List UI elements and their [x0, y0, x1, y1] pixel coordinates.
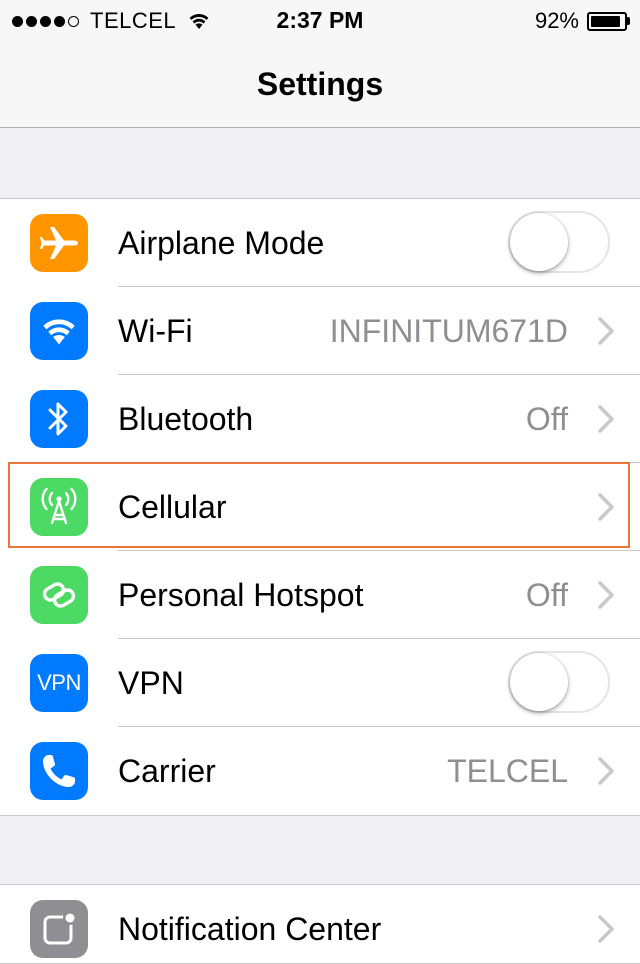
bluetooth-value: Off [525, 401, 568, 437]
personal-hotspot-label: Personal Hotspot [118, 577, 364, 613]
notification-center-label: Notification Center [118, 911, 382, 947]
vpn-toggle[interactable] [508, 651, 610, 713]
bluetooth-icon [30, 390, 88, 448]
carrier-label: Carrier [118, 753, 216, 789]
settings-row-carrier[interactable]: Carrier TELCEL [0, 727, 640, 815]
wifi-network-value: INFINITUM671D [329, 313, 568, 349]
notification-center-icon [30, 900, 88, 958]
chevron-right-icon [598, 581, 614, 609]
battery-percentage: 92% [534, 8, 579, 33]
toggle-knob [510, 653, 568, 711]
wifi-label: Wi-Fi [118, 313, 193, 349]
page-title: Settings [256, 66, 384, 102]
status-bar: TELCEL 2:37 PM 92% [0, 0, 640, 40]
airplane-mode-label: Airplane Mode [118, 225, 325, 261]
settings-row-bluetooth[interactable]: Bluetooth Off [0, 375, 640, 463]
settings-group-notifications: Notification Center [0, 884, 640, 964]
navigation-bar: Settings [0, 40, 640, 128]
chevron-right-icon [598, 405, 614, 433]
battery-fill [591, 15, 621, 27]
cellular-label: Cellular [118, 489, 227, 525]
settings-row-vpn: VPN VPN [0, 639, 640, 727]
cellular-antenna-icon [30, 478, 88, 536]
vpn-label: VPN [118, 665, 184, 701]
wifi-icon [30, 302, 88, 360]
battery-icon [587, 11, 627, 31]
settings-row-personal-hotspot[interactable]: Personal Hotspot Off [0, 551, 640, 639]
personal-hotspot-value: Off [525, 577, 568, 613]
battery-tip [627, 17, 630, 25]
hotspot-icon [30, 566, 88, 624]
status-bar-right: 92% [535, 8, 630, 34]
settings-row-airplane-mode: Airplane Mode [0, 199, 640, 287]
chevron-right-icon [598, 317, 614, 345]
settings-row-wifi[interactable]: Wi-Fi INFINITUM671D [0, 287, 640, 375]
vpn-icon-text: VPN [37, 670, 81, 695]
settings-group-connectivity: Airplane Mode Wi-Fi INFINITUM671D Blueto… [0, 198, 640, 816]
settings-row-cellular[interactable]: Cellular [0, 463, 640, 551]
airplane-mode-toggle[interactable] [508, 211, 610, 273]
carrier-value: TELCEL [447, 753, 568, 789]
vpn-icon: VPN [30, 654, 88, 712]
bluetooth-label: Bluetooth [118, 401, 254, 437]
chevron-right-icon [598, 493, 614, 521]
phone-icon [30, 742, 88, 800]
toggle-knob [510, 213, 568, 271]
airplane-icon [30, 214, 88, 272]
settings-row-notification-center[interactable]: Notification Center [0, 885, 640, 963]
chevron-right-icon [598, 915, 614, 943]
chevron-right-icon [598, 757, 614, 785]
